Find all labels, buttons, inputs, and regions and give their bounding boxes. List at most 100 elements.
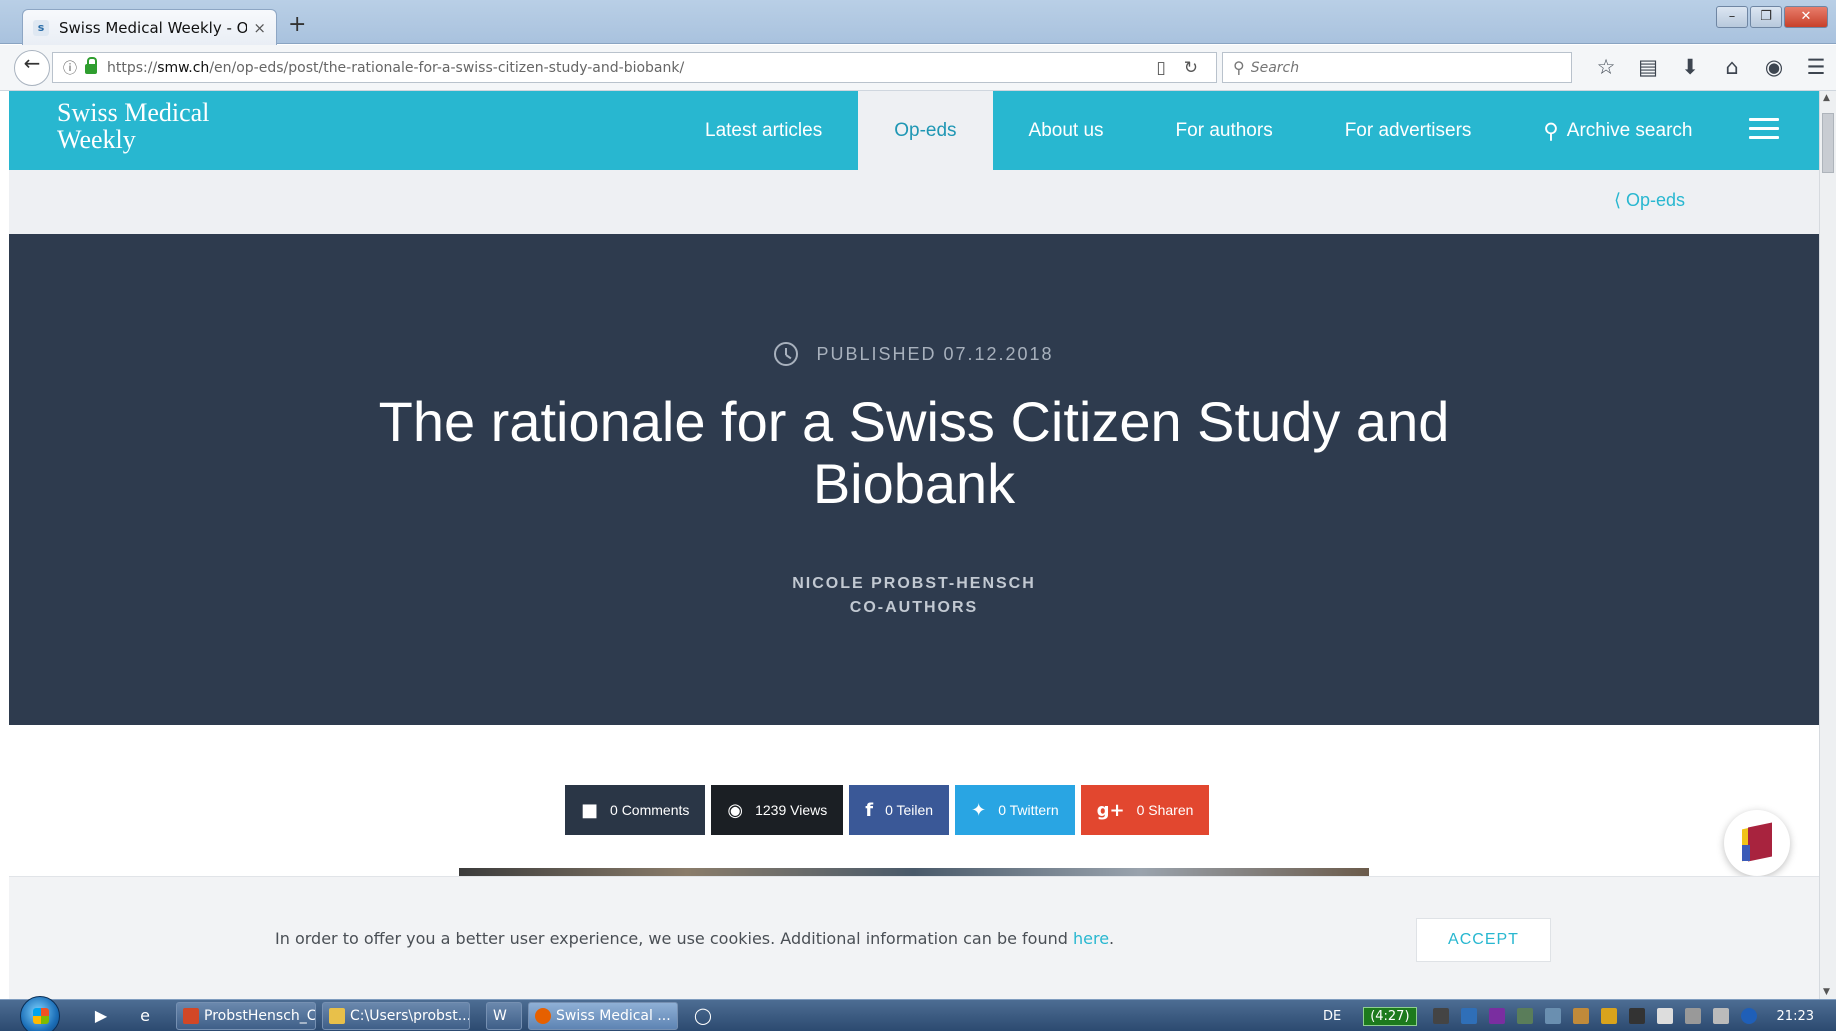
url-path: /en/op-eds/post/the-rationale-for-a-swis… [209,59,685,76]
media-player-icon[interactable]: ▶ [88,1004,114,1028]
accept-cookies-button[interactable]: ACCEPT [1416,918,1551,962]
taskbar-item-firefox[interactable]: Swiss Medical ... [528,1002,678,1030]
pocket-icon[interactable]: ◉ [1753,55,1795,79]
scroll-down-icon[interactable]: ▼ [1823,987,1830,997]
clock-icon [774,342,799,366]
coauthors-link[interactable]: CO-AUTHORS [9,596,1819,620]
folder-icon [329,1008,345,1024]
page-scrollbar[interactable]: ▲ ▼ [1819,91,1836,999]
nav-latest-articles[interactable]: Latest articles [669,91,858,170]
breadcrumb-bar: ⟨ Op-eds [9,170,1819,234]
home-icon[interactable]: ⌂ [1711,55,1753,79]
windows-taskbar: ▶ e ProbstHensch_C... C:\Users\probst...… [0,996,1836,1031]
screen: s Swiss Medical Weekly - Op... × + – ❐ ✕… [0,0,1836,1031]
search-input[interactable] [1250,59,1531,76]
scroll-up-icon[interactable]: ▲ [1823,93,1830,103]
volume-icon[interactable] [1712,1008,1729,1024]
shield-app-icon[interactable]: ◯ [690,1004,716,1028]
cookie-banner: In order to offer you a better user expe… [9,876,1819,999]
site-logo[interactable]: Swiss Medical Weekly [57,99,209,153]
views-button[interactable]: ◉ 1239 Views [711,785,844,835]
tray-sync-icon[interactable] [1544,1008,1561,1024]
url-host: smw.ch [157,59,210,76]
minimize-button[interactable]: – [1716,6,1748,28]
tab-title: Swiss Medical Weekly - Op... [59,18,248,37]
bookmark-star-icon[interactable]: ☆ [1585,55,1627,79]
tray-device-icon[interactable] [1628,1008,1645,1024]
battery-icon[interactable] [1656,1008,1673,1024]
download-icon[interactable]: ⬇ [1669,55,1711,79]
url-scheme: https:// [107,59,158,76]
scrollbar-thumb[interactable] [1822,113,1834,173]
nav-for-authors[interactable]: For authors [1140,91,1309,170]
taskbar-item-powerpoint[interactable]: ProbstHensch_C... [176,1002,316,1030]
nav-archive-search[interactable]: ⚲ Archive search [1507,91,1728,170]
article-image [459,868,1369,876]
taskbar-item-label: C:\Users\probst... [350,1008,470,1024]
nav-op-eds[interactable]: Op-eds [858,91,993,170]
nav-for-advertisers[interactable]: For advertisers [1309,91,1508,170]
maximize-button[interactable]: ❐ [1750,6,1782,28]
tray-shield-icon[interactable] [1460,1008,1477,1024]
search-bar[interactable]: ⚲ [1222,52,1572,83]
article-authors: NICOLE PROBST-HENSCH CO-AUTHORS [9,572,1819,620]
system-clock[interactable]: 21:23 [1777,1009,1814,1024]
taskbar-item-word[interactable]: W [486,1002,522,1030]
system-tray: DE (4:27) 21:23 [1323,1000,1836,1031]
facebook-share-button[interactable]: f 0 Teilen [849,785,950,835]
reader-view-icon[interactable]: ▯ [1156,58,1165,78]
new-tab-button[interactable]: + [288,12,306,37]
tray-network-icon[interactable] [1516,1008,1533,1024]
tray-app-icon[interactable] [1572,1008,1589,1024]
bookmarks-list-icon[interactable]: ▤ [1627,55,1669,79]
breadcrumb-op-eds[interactable]: ⟨ Op-eds [1614,190,1685,211]
cookie-info-link[interactable]: here [1073,929,1109,948]
browser-toolbar: ← ⓘ https://smw.ch/en/op-eds/post/the-ra… [0,45,1836,91]
word-icon: W [493,1008,507,1024]
views-count: 1239 Views [755,802,828,818]
address-bar[interactable]: ⓘ https://smw.ch/en/op-eds/post/the-rati… [52,52,1217,83]
comment-icon: ■ [581,799,599,821]
reload-icon[interactable]: ↻ [1184,58,1198,78]
language-indicator[interactable]: DE [1323,1009,1341,1024]
article-hero: PUBLISHED 07.12.2018 The rationale for a… [9,234,1819,725]
tray-tool-icon[interactable] [1432,1008,1449,1024]
start-button[interactable] [20,996,60,1031]
toolbar-icons: ☆ ▤ ⬇ ⌂ ◉ ☰ [1585,55,1836,79]
twitter-share-button[interactable]: ✦ 0 Twittern [955,785,1075,835]
url-text[interactable]: https://smw.ch/en/op-eds/post/the-ration… [107,60,1156,76]
back-button[interactable]: ← [14,50,50,86]
cookie-text: In order to offer you a better user expe… [275,929,1114,948]
published-text: PUBLISHED 07.12.2018 [816,343,1054,364]
internet-explorer-icon[interactable]: e [132,1004,158,1028]
archive-search-label: Archive search [1566,119,1693,141]
window-controls: – ❐ ✕ [1714,6,1828,28]
google-plus-icon: g+ [1096,799,1125,821]
author-name[interactable]: NICOLE PROBST-HENSCH [9,572,1819,596]
battery-indicator[interactable]: (4:27) [1363,1006,1417,1026]
taskbar-item-explorer[interactable]: C:\Users\probst... [322,1002,470,1030]
tray-java-icon[interactable] [1600,1008,1617,1024]
twitter-count: 0 Twittern [998,802,1059,818]
firefox-icon [535,1008,551,1024]
main-nav: Latest articles Op-eds About us For auth… [669,91,1728,170]
bluetooth-icon[interactable] [1740,1008,1757,1024]
social-bar: ■ 0 Comments ◉ 1239 Views f 0 Teilen ✦ 0 Twi… [565,785,1210,835]
nav-about-us[interactable]: About us [993,91,1140,170]
signal-icon[interactable] [1684,1008,1701,1024]
close-window-button[interactable]: ✕ [1784,6,1828,28]
onenote-icon[interactable] [1488,1008,1505,1024]
book-icon [1748,822,1772,862]
menu-icon[interactable]: ☰ [1795,55,1836,79]
published-date: PUBLISHED 07.12.2018 [9,342,1819,366]
info-icon[interactable]: ⓘ [63,58,77,78]
google-plus-share-button[interactable]: g+ 0 Sharen [1080,785,1210,835]
tab-close-icon[interactable]: × [253,19,266,37]
comments-button[interactable]: ■ 0 Comments [565,785,706,835]
book-icon [1742,845,1750,861]
books-widget-button[interactable] [1724,810,1790,876]
site-header: Swiss Medical Weekly Latest articles Op-… [9,91,1819,170]
logo-line-2: Weekly [57,125,136,154]
browser-tab[interactable]: s Swiss Medical Weekly - Op... × [22,9,277,45]
hamburger-menu-icon[interactable] [1749,118,1779,140]
